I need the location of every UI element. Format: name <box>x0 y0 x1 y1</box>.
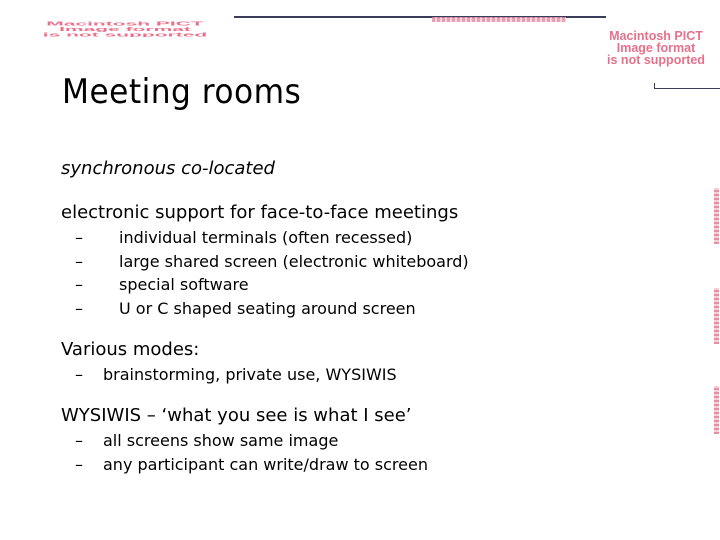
slide-subtitle: synchronous co-located <box>61 158 275 179</box>
pict-placeholder-strip-right-3 <box>714 386 719 434</box>
bullet-dash: – <box>75 228 83 247</box>
bullet-item: – individual terminals (often recessed) <box>75 228 412 248</box>
section-heading: electronic support for face-to-face meet… <box>61 202 459 223</box>
bullet-dash: – <box>75 365 83 384</box>
bullet-item: – large shared screen (electronic whiteb… <box>75 252 469 272</box>
bullet-item: – special software <box>75 275 249 295</box>
pict-placeholder-strip-top <box>432 17 566 22</box>
pict-message-line3: is not supported <box>42 31 208 37</box>
pict-placeholder-strip-right-1 <box>714 188 719 244</box>
bullet-dash: – <box>75 275 83 294</box>
section-heading: WYSIWIS – ‘what you see is what I see’ <box>61 405 412 426</box>
bullet-text: brainstorming, private use, WYSIWIS <box>103 365 397 384</box>
bullet-text: any participant can write/draw to screen <box>103 455 428 474</box>
bullet-dash: – <box>75 455 83 474</box>
pict-placeholder-top-right: Macintosh PICT Image format is not suppo… <box>590 30 720 67</box>
bullet-item: – any participant can write/draw to scre… <box>75 455 428 475</box>
bullet-text: large shared screen (electronic whiteboa… <box>119 252 469 271</box>
bullet-text: all screens show same image <box>103 431 339 450</box>
slide-title: Meeting rooms <box>62 72 302 112</box>
corner-bracket-decoration <box>654 83 720 89</box>
bullet-text: special software <box>119 275 249 294</box>
pict-placeholder-top-left: Macintosh PICT Image format is not suppo… <box>2 21 248 37</box>
bullet-item: – U or C shaped seating around screen <box>75 299 416 319</box>
section-heading: Various modes: <box>61 339 200 360</box>
bullet-dash: – <box>75 431 83 450</box>
bullet-text: individual terminals (often recessed) <box>119 228 413 247</box>
bullet-text: U or C shaped seating around screen <box>119 299 416 318</box>
pict-message-line3: is not supported <box>607 53 705 67</box>
bullet-item: – all screens show same image <box>75 431 338 451</box>
bullet-dash: – <box>75 299 83 318</box>
bullet-dash: – <box>75 252 83 271</box>
bullet-item: – brainstorming, private use, WYSIWIS <box>75 365 397 385</box>
pict-placeholder-strip-right-2 <box>714 288 719 344</box>
